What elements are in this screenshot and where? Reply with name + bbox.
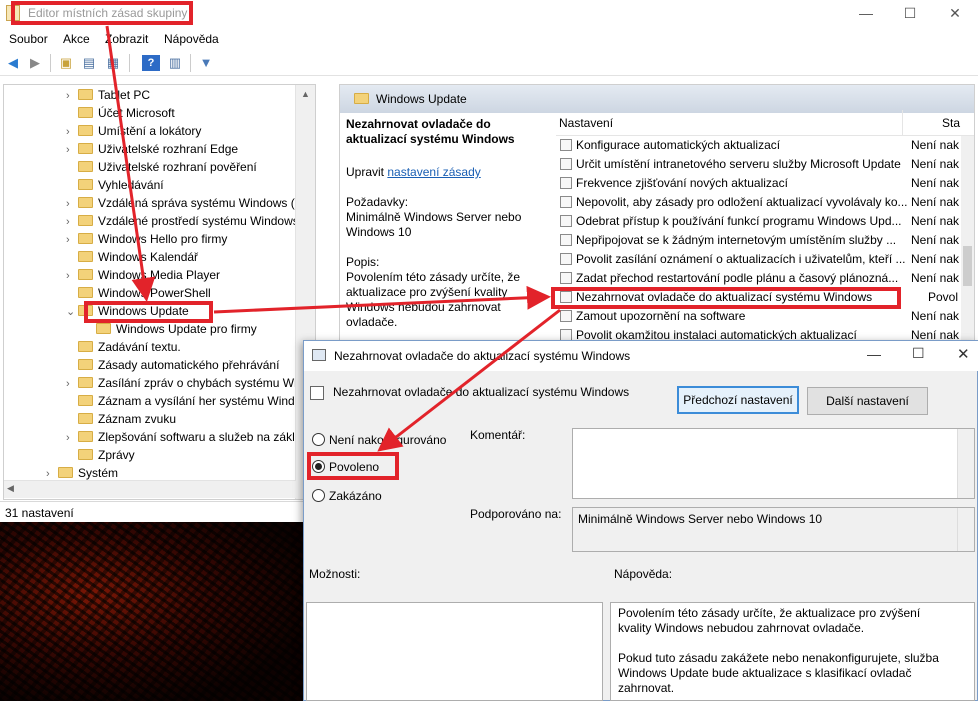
- arrow-to-windows-update: [105, 25, 156, 302]
- annotation-arrows: [105, 25, 561, 452]
- arrow-to-enabled: [377, 308, 561, 452]
- arrow-to-policy-row: [213, 285, 551, 314]
